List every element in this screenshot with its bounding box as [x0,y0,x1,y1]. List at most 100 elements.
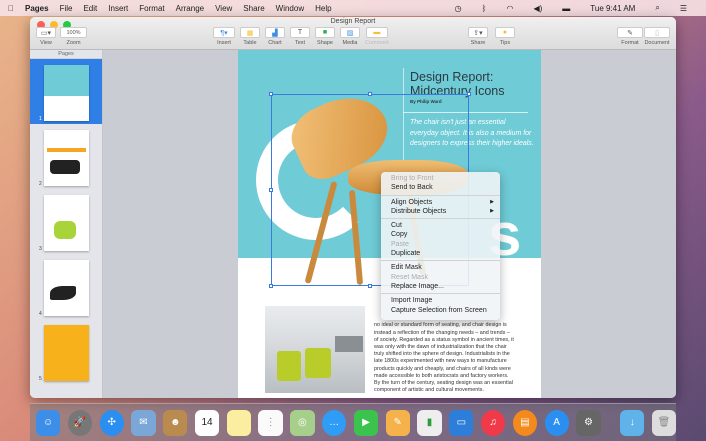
mail-icon[interactable]: ✉ [131,409,156,436]
menu-item-import-image[interactable]: Import Image [381,296,500,305]
format-button[interactable]: ✎ Format [617,27,643,46]
page-thumbnails-sidebar[interactable]: Pages 1 2 3 4 5 [30,50,103,398]
menu-item-send-to-back[interactable]: Send to Back [381,183,500,192]
launchpad-icon[interactable]: 🚀 [67,409,93,436]
menu-arrange[interactable]: Arrange [176,4,204,13]
page-thumbnail-2[interactable]: 2 [30,124,102,189]
menu-format[interactable]: Format [139,4,164,13]
menu-view[interactable]: View [215,4,232,13]
chart-button[interactable]: ▟ Chart [265,27,285,46]
pages-window: Design Report ▭▾ View 100% Zoom ¶▾ Insert ▦… [30,17,676,398]
bluetooth-icon[interactable]: ᛒ [482,4,487,13]
media-button[interactable]: ▨ Media [340,27,360,46]
dock: ☺ 🚀 ✣ ✉ ☻ 14 ⋮ ◎ … ▶ ✎ ▮ ▭ ♫ ▤ A ⚙ ↓ 🗑 [30,403,677,441]
menu-item-paste: Paste [391,240,409,248]
spotlight-icon[interactable]: ⌕ [655,3,659,13]
apple-menu-icon[interactable]:  [8,4,14,13]
shape-button[interactable]: ■ Shape [315,27,335,46]
menu-item-distribute-objects[interactable]: Distribute Objects ▶ [381,207,500,216]
menu-file[interactable]: File [60,4,73,13]
table-button[interactable]: ▦ Table [240,27,260,46]
window-title: Design Report [330,18,376,25]
body-text[interactable]: no ideal or standard form of seating, an… [374,308,540,394]
document-button[interactable]: ▯ Document [644,27,670,46]
share-label: Share [470,40,486,46]
contacts-icon[interactable]: ☻ [163,409,188,436]
page-thumbnail-4[interactable]: 4 [30,254,102,319]
menu-item-copy[interactable]: Copy [381,230,500,239]
share-button[interactable]: ⇪▾ Share [468,27,488,46]
itunes-icon[interactable]: ♫ [480,409,506,436]
notes-icon[interactable] [226,409,251,436]
safari-icon[interactable]: ✣ [99,409,124,436]
keynote-icon[interactable]: ▭ [449,409,474,436]
zoom-label: Zoom [66,40,81,46]
page-thumbnail-3[interactable]: 3 [30,189,102,254]
submenu-arrow-icon: ▶ [490,198,494,205]
table-label: Table [243,40,257,46]
downloads-folder-icon[interactable]: ↓ [620,409,645,436]
comment-label: Comment [365,40,389,46]
numbers-icon[interactable]: ▮ [417,409,442,436]
volume-icon[interactable]: ◀) [533,4,542,13]
comment-button[interactable]: ▬ Comment [365,27,389,46]
facetime-icon[interactable]: ▶ [353,409,379,436]
tips-label: Tips [499,40,511,46]
menu-item-capture-selection[interactable]: Capture Selection from Screen [381,306,500,315]
clock[interactable]: Tue 9:41 AM [590,4,635,13]
menu-bar:  Pages File Edit Insert Format Arrange … [0,0,706,16]
chart-label: Chart [268,40,282,46]
menu-share[interactable]: Share [243,4,264,13]
document-label: Document [644,40,670,46]
messages-icon[interactable]: … [322,409,347,436]
page-number: 4 [39,311,42,317]
calendar-icon[interactable]: 14 [194,409,220,436]
menu-item-replace-image[interactable]: Replace Image... [381,282,500,291]
menu-window[interactable]: Window [276,4,304,13]
submenu-arrow-icon: ▶ [490,207,494,214]
menu-item-bring-to-front: Bring to Front [391,175,434,182]
menu-app-pages[interactable]: Pages [25,4,49,13]
page-number: 5 [39,376,42,382]
menu-item-align-objects[interactable]: Align Objects ▶ [381,198,500,207]
ibooks-icon[interactable]: ▤ [512,409,537,436]
pages-icon[interactable]: ✎ [385,409,410,436]
context-menu: Bring to Front Send to Back Align Object… [381,172,500,320]
zoom-value: 100% [60,27,87,38]
menu-item-cut[interactable]: Cut [381,221,500,230]
page-number: 3 [39,246,42,252]
text-button[interactable]: T Text [290,27,310,46]
menu-edit[interactable]: Edit [83,4,97,13]
finder-icon[interactable]: ☺ [36,409,61,436]
page-thumbnail-5[interactable]: 5 [30,319,102,384]
insert-label: Insert [217,40,231,46]
media-label: Media [342,40,358,46]
page-thumbnail-1[interactable]: 1 [30,59,102,124]
menu-item-edit-mask[interactable]: Edit Mask [381,263,500,272]
format-label: Format [621,40,639,46]
zoom-select[interactable]: 100% Zoom [60,27,87,46]
tips-button[interactable]: ● Tips [495,27,515,46]
menu-item-reset-mask: Reset Mask [391,273,428,281]
lounge-photo[interactable] [265,306,365,393]
system-preferences-icon[interactable]: ⚙ [576,409,601,436]
insert-button[interactable]: ¶▾ Insert [213,27,235,46]
menu-help[interactable]: Help [315,4,331,13]
shape-label: Shape [317,40,333,46]
trash-icon[interactable]: 🗑 [651,409,677,436]
reminders-icon[interactable]: ⋮ [258,409,283,436]
pages-header: Pages [30,50,102,59]
text-label: Text [294,40,306,46]
menu-item-duplicate[interactable]: Duplicate [381,249,500,258]
view-label: View [40,40,52,46]
toolbar: Design Report ▭▾ View 100% Zoom ¶▾ Insert ▦… [30,17,676,50]
app-store-icon[interactable]: A [544,409,569,436]
battery-icon[interactable]: ▬ [562,4,570,13]
time-machine-icon[interactable]: ◷ [455,4,462,13]
notification-center-icon[interactable]: ☰ [680,4,687,13]
view-button[interactable]: ▭▾ View [36,27,56,46]
maps-icon[interactable]: ◎ [290,409,315,436]
menu-insert[interactable]: Insert [108,4,128,13]
wifi-icon[interactable]: ◠ [506,4,513,13]
page-number: 1 [39,116,42,122]
